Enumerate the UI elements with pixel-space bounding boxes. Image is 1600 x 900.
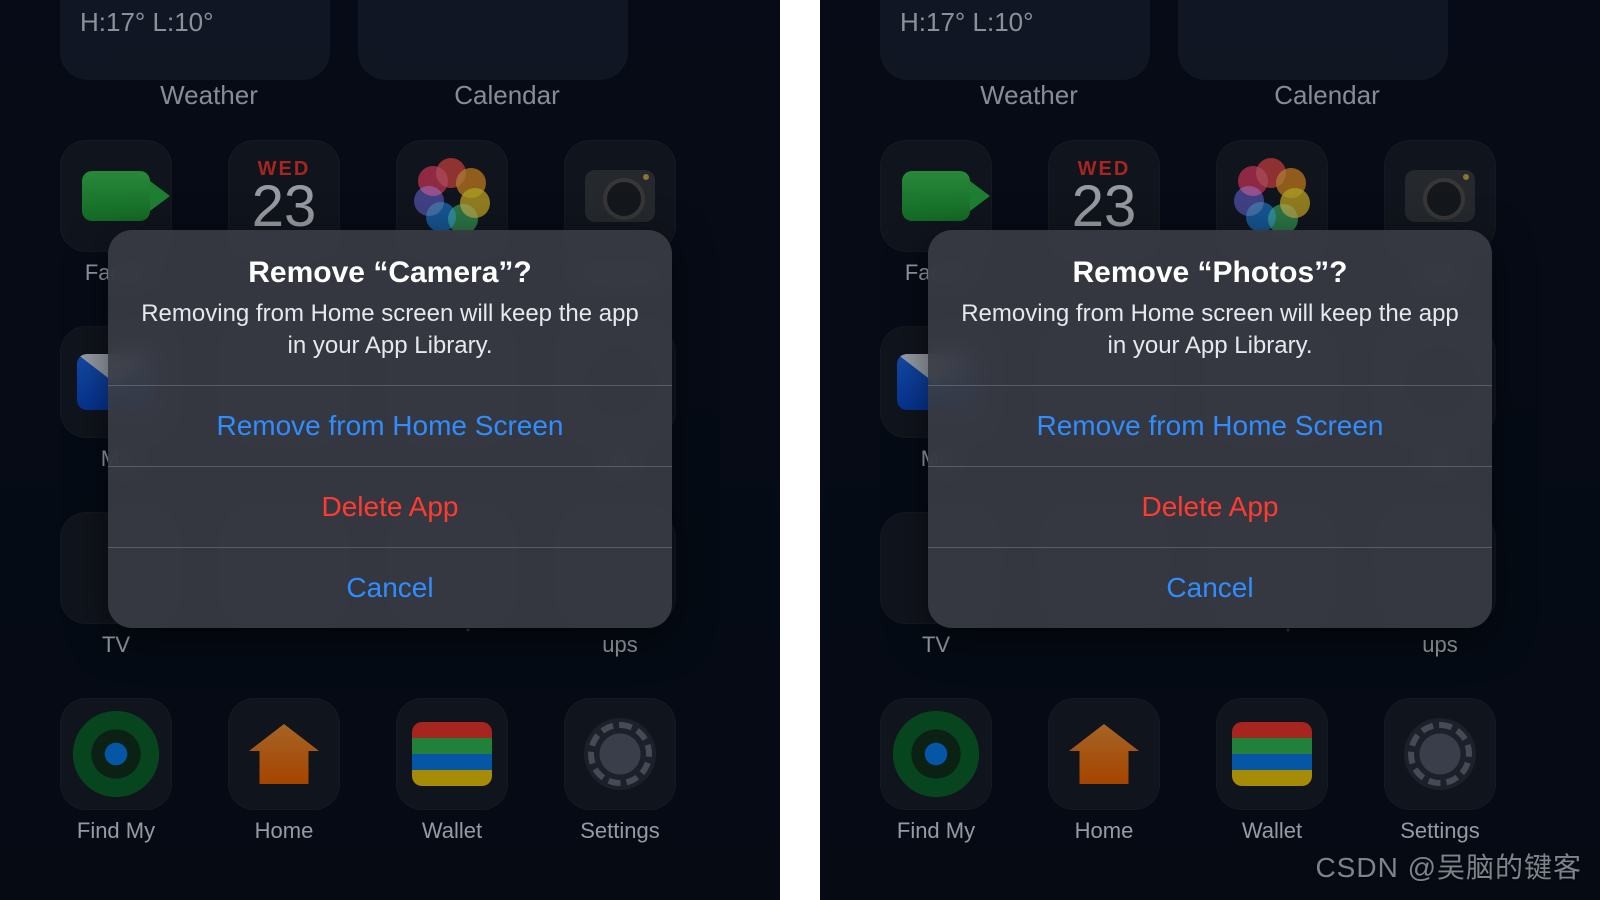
remove-app-alert: Remove “Photos”? Removing from Home scre… <box>928 230 1492 628</box>
left-screenshot: Clear H:17° L:10° Weather Calendar FaceT… <box>0 0 780 900</box>
remove-app-alert: Remove “Camera”? Removing from Home scre… <box>108 230 672 628</box>
alert-title: Remove “Camera”? <box>136 256 644 290</box>
alert-title: Remove “Photos”? <box>956 256 1464 290</box>
delete-app-button[interactable]: Delete App <box>108 466 672 547</box>
remove-from-home-button[interactable]: Remove from Home Screen <box>108 385 672 466</box>
cancel-button[interactable]: Cancel <box>928 547 1492 628</box>
delete-app-button[interactable]: Delete App <box>928 466 1492 547</box>
cancel-button[interactable]: Cancel <box>108 547 672 628</box>
remove-from-home-button[interactable]: Remove from Home Screen <box>928 385 1492 466</box>
alert-message: Removing from Home screen will keep the … <box>956 298 1464 363</box>
watermark: CSDN @吴脑的键客 <box>1315 846 1582 886</box>
alert-message: Removing from Home screen will keep the … <box>136 298 644 363</box>
pane-gap <box>780 0 820 900</box>
right-screenshot: Clear H:17° L:10° Weather Calendar FaceT… <box>820 0 1600 900</box>
